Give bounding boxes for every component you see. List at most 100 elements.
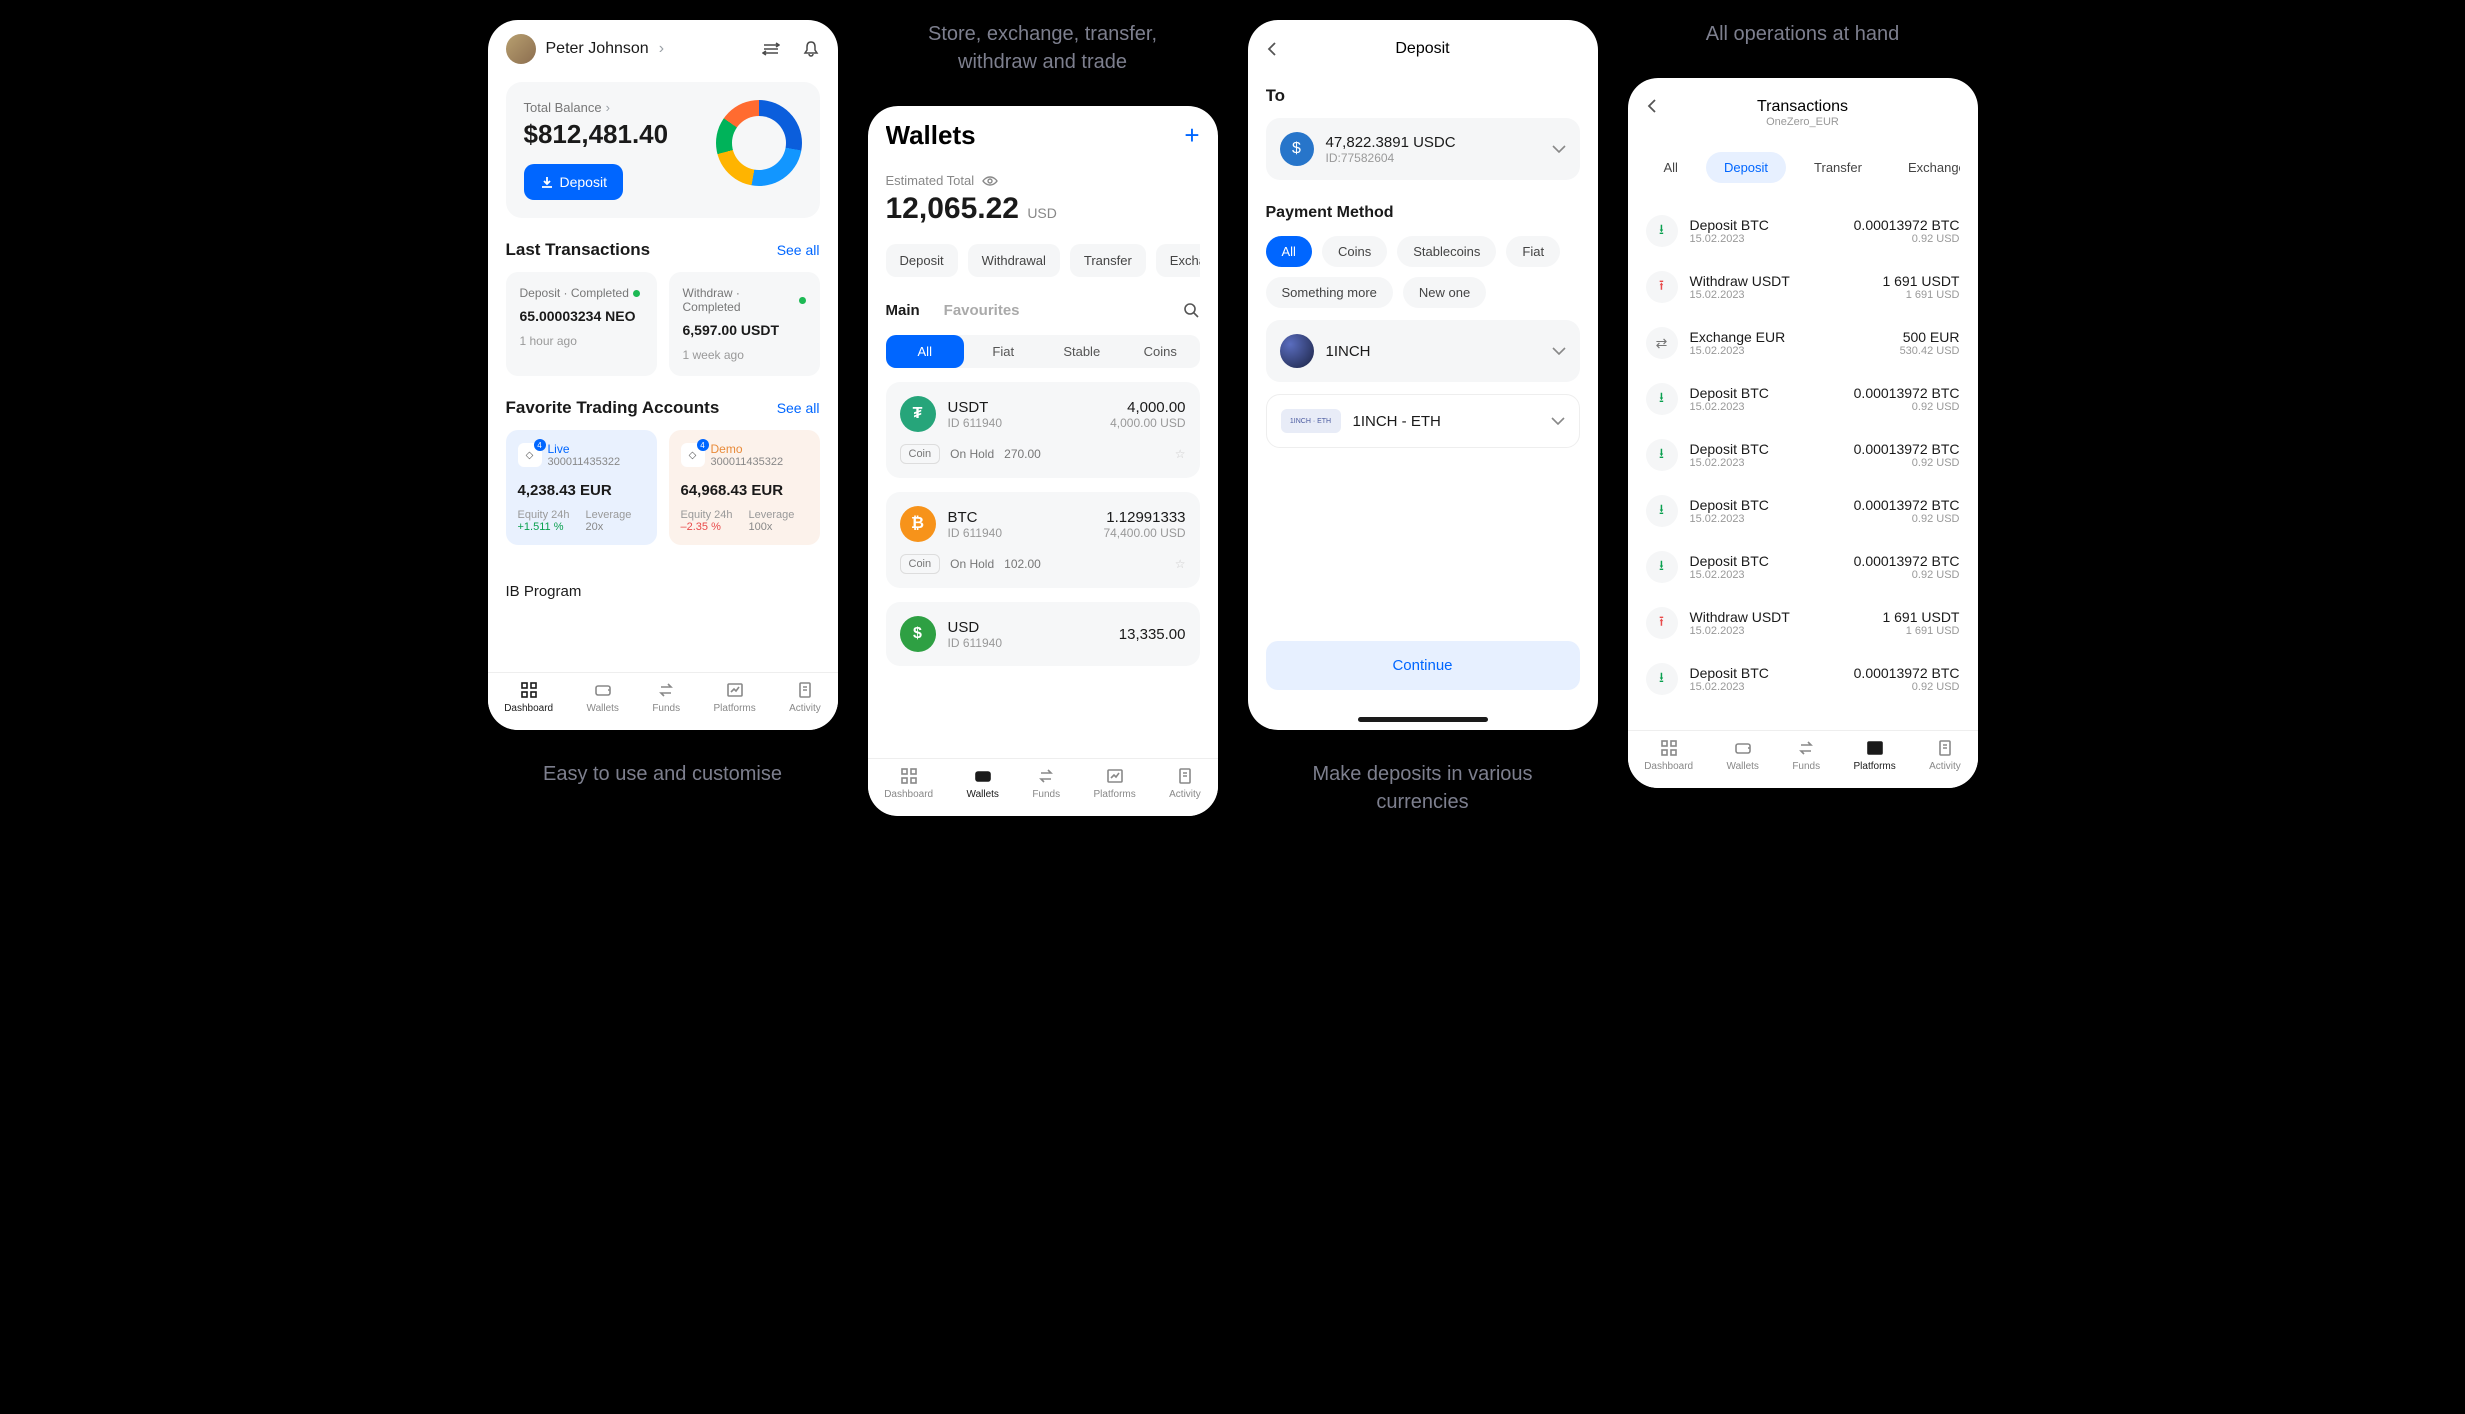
wallet-item-usdt[interactable]: ₮ USDTID 611940 4,000.004,000.00 USD Coi… bbox=[886, 382, 1200, 478]
nav-funds[interactable]: Funds bbox=[652, 681, 680, 714]
last-transactions-header: Last Transactions See all bbox=[506, 240, 820, 260]
txn-amount: 500 EUR bbox=[1900, 329, 1960, 345]
star-icon[interactable]: ☆ bbox=[1175, 557, 1186, 571]
ib-program-row[interactable]: IB Program bbox=[506, 565, 820, 600]
chip-fiat[interactable]: Fiat bbox=[1506, 236, 1560, 267]
nav-wallets[interactable]: Wallets bbox=[967, 767, 999, 800]
pill-withdrawal[interactable]: Withdrawal bbox=[968, 244, 1060, 277]
chip-exchange[interactable]: Exchange bbox=[1890, 152, 1960, 183]
chip-deposit[interactable]: Deposit bbox=[1706, 152, 1786, 183]
caption: Make deposits in various currencies bbox=[1273, 760, 1573, 816]
nav-wallets[interactable]: Wallets bbox=[1727, 739, 1759, 772]
chevron-down-icon bbox=[1552, 145, 1566, 153]
wallet-item-btc[interactable]: ₿ BTCID 611940 1.1299133374,400.00 USD C… bbox=[886, 492, 1200, 588]
add-wallet-button[interactable]: + bbox=[1184, 120, 1199, 151]
nav-activity[interactable]: Activity bbox=[1169, 767, 1201, 800]
caption: Store, exchange, transfer, withdraw and … bbox=[893, 20, 1193, 76]
txn-name: Deposit BTC bbox=[1690, 665, 1769, 681]
seg-fiat[interactable]: Fiat bbox=[964, 335, 1043, 368]
nav-platforms[interactable]: Platforms bbox=[714, 681, 756, 714]
nav-activity[interactable]: Activity bbox=[789, 681, 821, 714]
scan-icon[interactable] bbox=[762, 40, 780, 58]
nav-platforms[interactable]: Platforms bbox=[1854, 739, 1896, 772]
txn-amount: 0.00013972 BTC bbox=[1854, 385, 1960, 401]
account-card-demo[interactable]: ◇4 Demo 300011435322 64,968.43 EUR Equit… bbox=[669, 430, 820, 545]
transaction-row[interactable]: ⇄ Exchange EUR15.02.2023 500 EUR530.42 U… bbox=[1646, 315, 1960, 371]
nav-funds[interactable]: Funds bbox=[1032, 767, 1060, 800]
chip-all[interactable]: All bbox=[1646, 152, 1696, 183]
txn-amount: 1 691 USDT bbox=[1882, 609, 1959, 625]
page-subtitle: OneZero_EUR bbox=[1646, 116, 1960, 128]
deposit-button[interactable]: Deposit bbox=[524, 164, 623, 200]
transaction-row[interactable]: ⭱ Withdraw USDT15.02.2023 1 691 USDT1 69… bbox=[1646, 595, 1960, 651]
chip-all[interactable]: All bbox=[1266, 236, 1312, 267]
nav-wallets[interactable]: Wallets bbox=[587, 681, 619, 714]
txn-sub: 0.92 USD bbox=[1854, 457, 1960, 469]
txn-sub: 1 691 USD bbox=[1882, 289, 1959, 301]
nav-activity[interactable]: Activity bbox=[1929, 739, 1961, 772]
chevron-right-icon: › bbox=[606, 100, 610, 115]
account-icon: ◇4 bbox=[518, 443, 542, 467]
dep-icon: ⭳ bbox=[1646, 439, 1678, 471]
back-button[interactable] bbox=[1646, 98, 1660, 114]
transaction-card[interactable]: Deposit · Completed 65.00003234 NEO 1 ho… bbox=[506, 272, 657, 376]
chip-stablecoins[interactable]: Stablecoins bbox=[1397, 236, 1496, 267]
transaction-row[interactable]: ⭳ Deposit BTC15.02.2023 0.00013972 BTC0.… bbox=[1646, 371, 1960, 427]
nav-platforms[interactable]: Platforms bbox=[1094, 767, 1136, 800]
search-icon[interactable] bbox=[1182, 301, 1200, 319]
txn-name: Deposit BTC bbox=[1690, 553, 1769, 569]
chip-new[interactable]: New one bbox=[1403, 277, 1486, 308]
transaction-row[interactable]: ⭳ Deposit BTC15.02.2023 0.00013972 BTC0.… bbox=[1646, 427, 1960, 483]
account-id: 300011435322 bbox=[548, 456, 621, 468]
nav-dashboard[interactable]: Dashboard bbox=[884, 767, 933, 800]
back-button[interactable] bbox=[1266, 41, 1280, 57]
nav-funds[interactable]: Funds bbox=[1792, 739, 1820, 772]
chevron-right-icon: › bbox=[659, 40, 664, 58]
to-wallet-selector[interactable]: $ 47,822.3891 USDCID:77582604 bbox=[1266, 118, 1580, 180]
chart-icon bbox=[725, 681, 745, 699]
wd-icon: ⭱ bbox=[1646, 607, 1678, 639]
chip-transfer[interactable]: Transfer bbox=[1796, 152, 1880, 183]
pill-transfer[interactable]: Transfer bbox=[1070, 244, 1146, 277]
coin-selector-1inch[interactable]: 1INCH bbox=[1266, 320, 1580, 382]
bell-icon[interactable] bbox=[802, 40, 820, 58]
eye-icon[interactable] bbox=[982, 175, 998, 187]
see-all-link[interactable]: See all bbox=[777, 400, 820, 416]
transaction-row[interactable]: ⭳ Deposit BTC15.02.2023 0.00013972 BTC0.… bbox=[1646, 483, 1960, 539]
transaction-row[interactable]: ⭳ Deposit BTC15.02.2023 0.00013972 BTC0.… bbox=[1646, 539, 1960, 595]
balance-label[interactable]: Total Balance › bbox=[524, 100, 669, 115]
account-type: Demo bbox=[711, 442, 784, 456]
seg-stable[interactable]: Stable bbox=[1043, 335, 1122, 368]
txn-sub: 0.92 USD bbox=[1854, 569, 1960, 581]
seg-coins[interactable]: Coins bbox=[1121, 335, 1200, 368]
tab-main[interactable]: Main bbox=[886, 302, 920, 319]
transaction-card[interactable]: Withdraw · Completed 6,597.00 USDT 1 wee… bbox=[669, 272, 820, 376]
star-icon[interactable]: ☆ bbox=[1175, 447, 1186, 461]
seg-all[interactable]: All bbox=[886, 335, 965, 368]
network-selector[interactable]: 1INCH · ETH 1INCH - ETH bbox=[1266, 394, 1580, 448]
tab-favourites[interactable]: Favourites bbox=[944, 302, 1020, 319]
estimated-total-amount: 12,065.22 USD bbox=[886, 192, 1200, 226]
balance-amount: $812,481.40 bbox=[524, 119, 669, 150]
caption: All operations at hand bbox=[1706, 20, 1899, 48]
user-profile-button[interactable]: Peter Johnson › bbox=[506, 34, 665, 64]
nav-dashboard[interactable]: Dashboard bbox=[504, 681, 553, 714]
wallet-item-usd[interactable]: $ USDID 611940 13,335.00 bbox=[886, 602, 1200, 666]
pill-exchange[interactable]: Exchange bbox=[1156, 244, 1200, 277]
see-all-link[interactable]: See all bbox=[777, 242, 820, 258]
pill-deposit[interactable]: Deposit bbox=[886, 244, 958, 277]
continue-button[interactable]: Continue bbox=[1266, 641, 1580, 690]
account-card-live[interactable]: ◇4 Live 300011435322 4,238.43 EUR Equity… bbox=[506, 430, 657, 545]
bottom-nav: Dashboard Wallets Funds Platforms Activi… bbox=[488, 672, 838, 730]
transaction-row[interactable]: ⭱ Withdraw USDT15.02.2023 1 691 USDT1 69… bbox=[1646, 259, 1960, 315]
chip-more[interactable]: Something more bbox=[1266, 277, 1393, 308]
tx-amount: 6,597.00 USDT bbox=[683, 322, 806, 338]
nav-dashboard[interactable]: Dashboard bbox=[1644, 739, 1693, 772]
chip-coins[interactable]: Coins bbox=[1322, 236, 1387, 267]
transaction-row[interactable]: ⭳ Deposit BTC15.02.2023 0.00013972 BTC0.… bbox=[1646, 203, 1960, 259]
txn-name: Withdraw USDT bbox=[1690, 273, 1790, 289]
txn-amount: 0.00013972 BTC bbox=[1854, 665, 1960, 681]
transaction-row[interactable]: ⭳ Deposit BTC15.02.2023 0.00013972 BTC0.… bbox=[1646, 651, 1960, 707]
dashboard-icon bbox=[519, 681, 539, 699]
account-icon: ◇4 bbox=[681, 443, 705, 467]
